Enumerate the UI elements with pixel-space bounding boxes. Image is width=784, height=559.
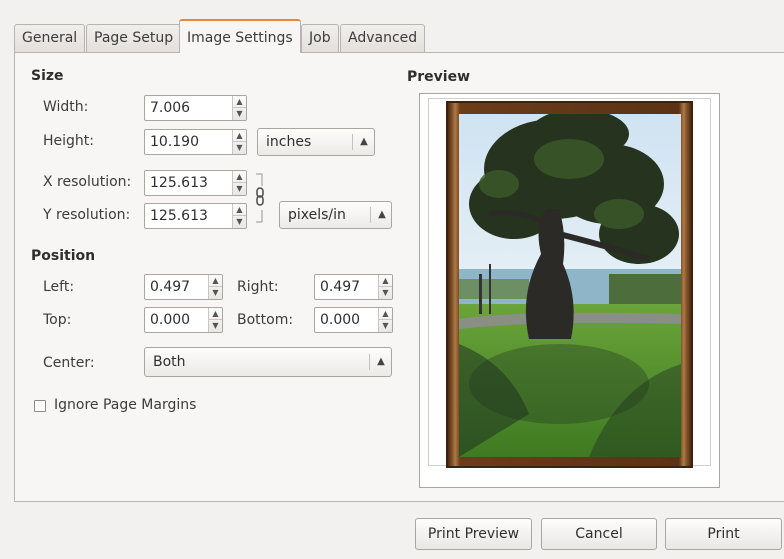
chain-link-icon[interactable] — [252, 170, 268, 228]
ignore-margins-label[interactable]: Ignore Page Margins — [54, 397, 196, 413]
bottom-margin-input[interactable]: 0.000 ▲ ▼ — [314, 307, 393, 333]
chevron-down-icon[interactable]: ▼ — [379, 320, 392, 332]
updown-arrows-icon: ▲ — [378, 209, 386, 220]
tab-job[interactable]: Job — [301, 24, 339, 52]
size-unit-value: inches — [266, 134, 312, 150]
chevron-up-icon[interactable]: ▲ — [209, 308, 222, 320]
resolution-unit-value: pixels/in — [288, 207, 346, 223]
top-label: Top: — [43, 312, 72, 328]
resolution-unit-select[interactable]: pixels/in ▲ — [279, 201, 392, 229]
right-margin-value: 0.497 — [320, 279, 361, 295]
height-stepper[interactable]: ▲ ▼ — [232, 130, 246, 154]
chevron-up-icon[interactable]: ▲ — [233, 171, 246, 183]
tab-image-settings[interactable]: Image Settings — [179, 19, 301, 53]
center-label: Center: — [43, 355, 95, 371]
print-button[interactable]: Print — [665, 518, 782, 550]
tab-general[interactable]: General — [14, 24, 86, 52]
chevron-down-icon[interactable]: ▼ — [233, 108, 246, 120]
width-value: 7.006 — [150, 100, 191, 116]
chevron-down-icon[interactable]: ▼ — [233, 183, 246, 195]
size-heading: Size — [31, 68, 64, 84]
right-label: Right: — [237, 279, 279, 295]
top-margin-input[interactable]: 0.000 ▲ ▼ — [144, 307, 223, 333]
y-resolution-stepper[interactable]: ▲ ▼ — [232, 204, 246, 228]
left-margin-input[interactable]: 0.497 ▲ ▼ — [144, 274, 223, 300]
print-preview-button[interactable]: Print Preview — [415, 518, 532, 550]
bottom-label: Bottom: — [237, 312, 294, 328]
top-margin-value: 0.000 — [150, 312, 191, 328]
chevron-up-icon[interactable]: ▲ — [233, 204, 246, 216]
chevron-up-icon[interactable]: ▲ — [233, 96, 246, 108]
left-margin-stepper[interactable]: ▲ ▼ — [208, 275, 222, 299]
y-resolution-label: Y resolution: — [43, 207, 131, 223]
height-input[interactable]: 10.190 ▲ ▼ — [144, 129, 247, 155]
chevron-up-icon[interactable]: ▲ — [233, 130, 246, 142]
right-margin-stepper[interactable]: ▲ ▼ — [378, 275, 392, 299]
left-label: Left: — [43, 279, 75, 295]
chevron-down-icon[interactable]: ▼ — [233, 216, 246, 228]
position-heading: Position — [31, 248, 96, 264]
updown-arrows-icon: ▲ — [377, 356, 385, 367]
center-value: Both — [153, 354, 186, 370]
height-label: Height: — [43, 133, 94, 149]
height-value: 10.190 — [150, 134, 199, 150]
updown-arrows-icon: ▲ — [360, 136, 368, 147]
combo-separator — [369, 354, 370, 370]
tab-advanced[interactable]: Advanced — [340, 24, 426, 52]
preview-image — [459, 114, 681, 457]
top-margin-stepper[interactable]: ▲ ▼ — [208, 308, 222, 332]
left-margin-value: 0.497 — [150, 279, 191, 295]
y-resolution-value: 125.613 — [150, 208, 208, 224]
x-resolution-input[interactable]: 125.613 ▲ ▼ — [144, 170, 247, 196]
chevron-down-icon[interactable]: ▼ — [209, 320, 222, 332]
x-resolution-stepper[interactable]: ▲ ▼ — [232, 171, 246, 195]
width-stepper[interactable]: ▲ ▼ — [232, 96, 246, 120]
center-select[interactable]: Both ▲ — [144, 347, 392, 377]
chevron-up-icon[interactable]: ▲ — [379, 308, 392, 320]
chevron-up-icon[interactable]: ▲ — [209, 275, 222, 287]
bottom-margin-stepper[interactable]: ▲ ▼ — [378, 308, 392, 332]
chevron-down-icon[interactable]: ▼ — [233, 142, 246, 154]
x-resolution-value: 125.613 — [150, 175, 208, 191]
cancel-button[interactable]: Cancel — [541, 518, 657, 550]
bottom-margin-value: 0.000 — [320, 312, 361, 328]
y-resolution-input[interactable]: 125.613 ▲ ▼ — [144, 203, 247, 229]
right-margin-input[interactable]: 0.497 ▲ ▼ — [314, 274, 393, 300]
x-resolution-label: X resolution: — [43, 174, 132, 190]
combo-separator — [370, 207, 371, 223]
ignore-margins-checkbox[interactable] — [34, 400, 46, 412]
chevron-down-icon[interactable]: ▼ — [209, 287, 222, 299]
size-unit-select[interactable]: inches ▲ — [257, 128, 375, 156]
width-label: Width: — [43, 99, 89, 115]
preview-heading: Preview — [407, 69, 471, 85]
width-input[interactable]: 7.006 ▲ ▼ — [144, 95, 247, 121]
tab-page-setup[interactable]: Page Setup — [86, 24, 182, 52]
chevron-down-icon[interactable]: ▼ — [379, 287, 392, 299]
chevron-up-icon[interactable]: ▲ — [379, 275, 392, 287]
combo-separator — [352, 134, 353, 150]
